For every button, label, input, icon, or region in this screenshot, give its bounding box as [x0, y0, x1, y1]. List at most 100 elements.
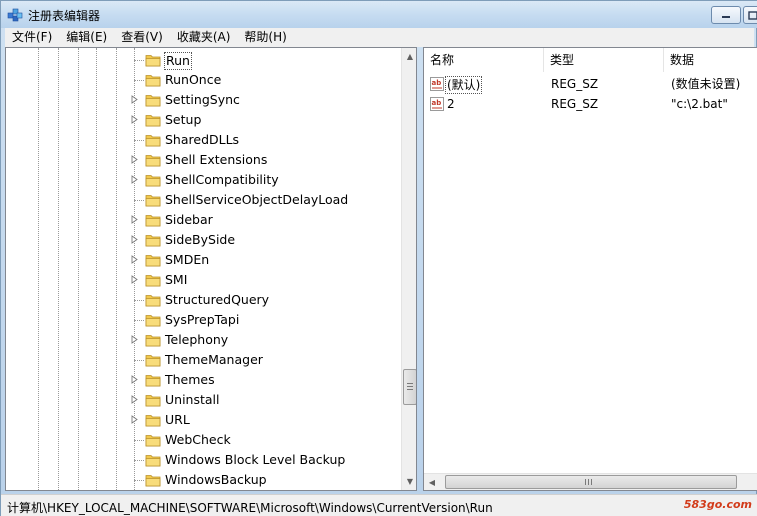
folder-icon	[145, 195, 161, 207]
menu-favorites[interactable]: 收藏夹(A)	[170, 28, 238, 47]
tree-item-label[interactable]: SideBySide	[164, 232, 236, 248]
tree-item-label[interactable]: ShellCompatibility	[164, 172, 280, 188]
maximize-button[interactable]	[743, 6, 757, 24]
expand-arrow-icon[interactable]	[130, 115, 139, 124]
tree-item[interactable]: SharedDLLs	[6, 130, 402, 150]
tree-item-label[interactable]: SettingSync	[164, 92, 241, 108]
scroll-up-arrow-icon[interactable]: ▲	[402, 48, 416, 65]
svg-text:ab: ab	[432, 99, 442, 107]
expand-arrow-icon[interactable]	[130, 395, 139, 404]
value-name[interactable]: (默认)	[445, 76, 483, 94]
tree-scroll-thumb[interactable]	[403, 369, 416, 405]
expand-arrow-icon[interactable]	[130, 155, 139, 164]
title-bar[interactable]: 注册表编辑器	[1, 1, 757, 28]
tree-item[interactable]: Uninstall	[6, 390, 402, 410]
tree-item-label[interactable]: Run	[164, 52, 192, 70]
tree-item-label[interactable]: SysPrepTapi	[164, 312, 240, 328]
folder-icon	[145, 55, 161, 67]
grip-line	[407, 389, 413, 390]
tree-item-label[interactable]: WindowsBackup	[164, 472, 268, 488]
tree-item-label[interactable]: Sidebar	[164, 212, 214, 228]
tree-item-label[interactable]: StructuredQuery	[164, 292, 270, 308]
tree-connector	[134, 460, 144, 461]
tree-item-label[interactable]: Telephony	[164, 332, 229, 348]
value-type: REG_SZ	[551, 77, 599, 91]
folder-icon	[145, 435, 161, 447]
registry-key-tree[interactable]: Run RunOnce SettingSync Setup SharedDLLs Shel…	[5, 47, 417, 491]
column-header-data[interactable]: 数据	[664, 48, 757, 72]
tree-item[interactable]: RunOnce	[6, 70, 402, 90]
tree-item-label[interactable]: Themes	[164, 372, 216, 388]
folder-icon	[145, 95, 161, 107]
tree-item[interactable]: Themes	[6, 370, 402, 390]
expand-arrow-icon[interactable]	[130, 175, 139, 184]
expand-arrow-icon[interactable]	[130, 255, 139, 264]
expand-arrow-icon[interactable]	[130, 375, 139, 384]
tree-item-label[interactable]: Setup	[164, 112, 202, 128]
folder-icon	[145, 235, 161, 247]
tree-connector	[134, 440, 144, 441]
tree-item-label[interactable]: SharedDLLs	[164, 132, 240, 148]
column-header-type[interactable]: 类型	[544, 48, 664, 72]
list-scroll-thumb[interactable]	[445, 475, 737, 489]
grip-line	[588, 479, 589, 485]
tree-item[interactable]: SideBySide	[6, 230, 402, 250]
tree-item-label[interactable]: Windows Block Level Backup	[164, 452, 346, 468]
tree-item[interactable]: ShellCompatibility	[6, 170, 402, 190]
tree-item[interactable]: Sidebar	[6, 210, 402, 230]
folder-icon	[145, 175, 161, 187]
tree-item[interactable]: ThemeManager	[6, 350, 402, 370]
tree-item[interactable]: ShellServiceObjectDelayLoad	[6, 190, 402, 210]
tree-item-label[interactable]: SMDEn	[164, 252, 210, 268]
list-horizontal-scrollbar[interactable]: ◀	[424, 473, 757, 490]
menu-edit[interactable]: 编辑(E)	[59, 28, 114, 47]
value-row[interactable]: ab (默认) REG_SZ (数值未设置)	[424, 74, 757, 94]
tree-connector	[134, 360, 144, 361]
tree-item-label[interactable]: Uninstall	[164, 392, 221, 408]
grip-line	[407, 386, 413, 387]
tree-item[interactable]: WebCheck	[6, 430, 402, 450]
expand-arrow-icon[interactable]	[130, 215, 139, 224]
string-value-icon: ab	[430, 97, 444, 111]
menu-file[interactable]: 文件(F)	[5, 28, 59, 47]
tree-item-label[interactable]: WebCheck	[164, 432, 232, 448]
tree-item-label[interactable]: SMI	[164, 272, 188, 288]
tree-item-label[interactable]: URL	[164, 412, 191, 428]
tree-item[interactable]: Telephony	[6, 330, 402, 350]
expand-arrow-icon[interactable]	[130, 235, 139, 244]
tree-item[interactable]: SMDEn	[6, 250, 402, 270]
tree-item[interactable]: URL	[6, 410, 402, 430]
value-data: "c:\2.bat"	[671, 97, 728, 111]
tree-item[interactable]: SMI	[6, 270, 402, 290]
scroll-down-arrow-icon[interactable]: ▼	[402, 473, 416, 490]
tree-item[interactable]: Setup	[6, 110, 402, 130]
minimize-button[interactable]	[711, 6, 741, 24]
menu-view[interactable]: 查看(V)	[114, 28, 170, 47]
registry-value-list[interactable]: 名称 类型 数据 ab (默认) REG_SZ (数值未设置) ab 2 REG…	[423, 47, 757, 491]
tree-item[interactable]: SettingSync	[6, 90, 402, 110]
tree-item-label[interactable]: ShellServiceObjectDelayLoad	[164, 192, 349, 208]
tree-item[interactable]: Run	[6, 50, 402, 70]
tree-connector	[134, 300, 144, 301]
expand-arrow-icon[interactable]	[130, 415, 139, 424]
menu-help[interactable]: 帮助(H)	[237, 28, 293, 47]
value-row[interactable]: ab 2 REG_SZ "c:\2.bat"	[424, 94, 757, 114]
tree-vertical-scrollbar[interactable]: ▲ ▼	[401, 48, 416, 490]
folder-icon	[145, 275, 161, 287]
expand-arrow-icon[interactable]	[130, 335, 139, 344]
tree-item[interactable]: Windows Block Level Backup	[6, 450, 402, 470]
tree-item-label[interactable]: Shell Extensions	[164, 152, 268, 168]
folder-icon	[145, 215, 161, 227]
expand-arrow-icon[interactable]	[130, 95, 139, 104]
tree-connector	[134, 60, 144, 61]
scroll-left-arrow-icon[interactable]: ◀	[424, 474, 440, 490]
column-header-name[interactable]: 名称	[424, 48, 544, 72]
tree-item[interactable]: SysPrepTapi	[6, 310, 402, 330]
value-name[interactable]: 2	[447, 96, 455, 112]
tree-item[interactable]: StructuredQuery	[6, 290, 402, 310]
tree-item[interactable]: WindowsBackup	[6, 470, 402, 490]
expand-arrow-icon[interactable]	[130, 275, 139, 284]
tree-item-label[interactable]: RunOnce	[164, 72, 222, 88]
tree-item[interactable]: Shell Extensions	[6, 150, 402, 170]
tree-item-label[interactable]: ThemeManager	[164, 352, 264, 368]
